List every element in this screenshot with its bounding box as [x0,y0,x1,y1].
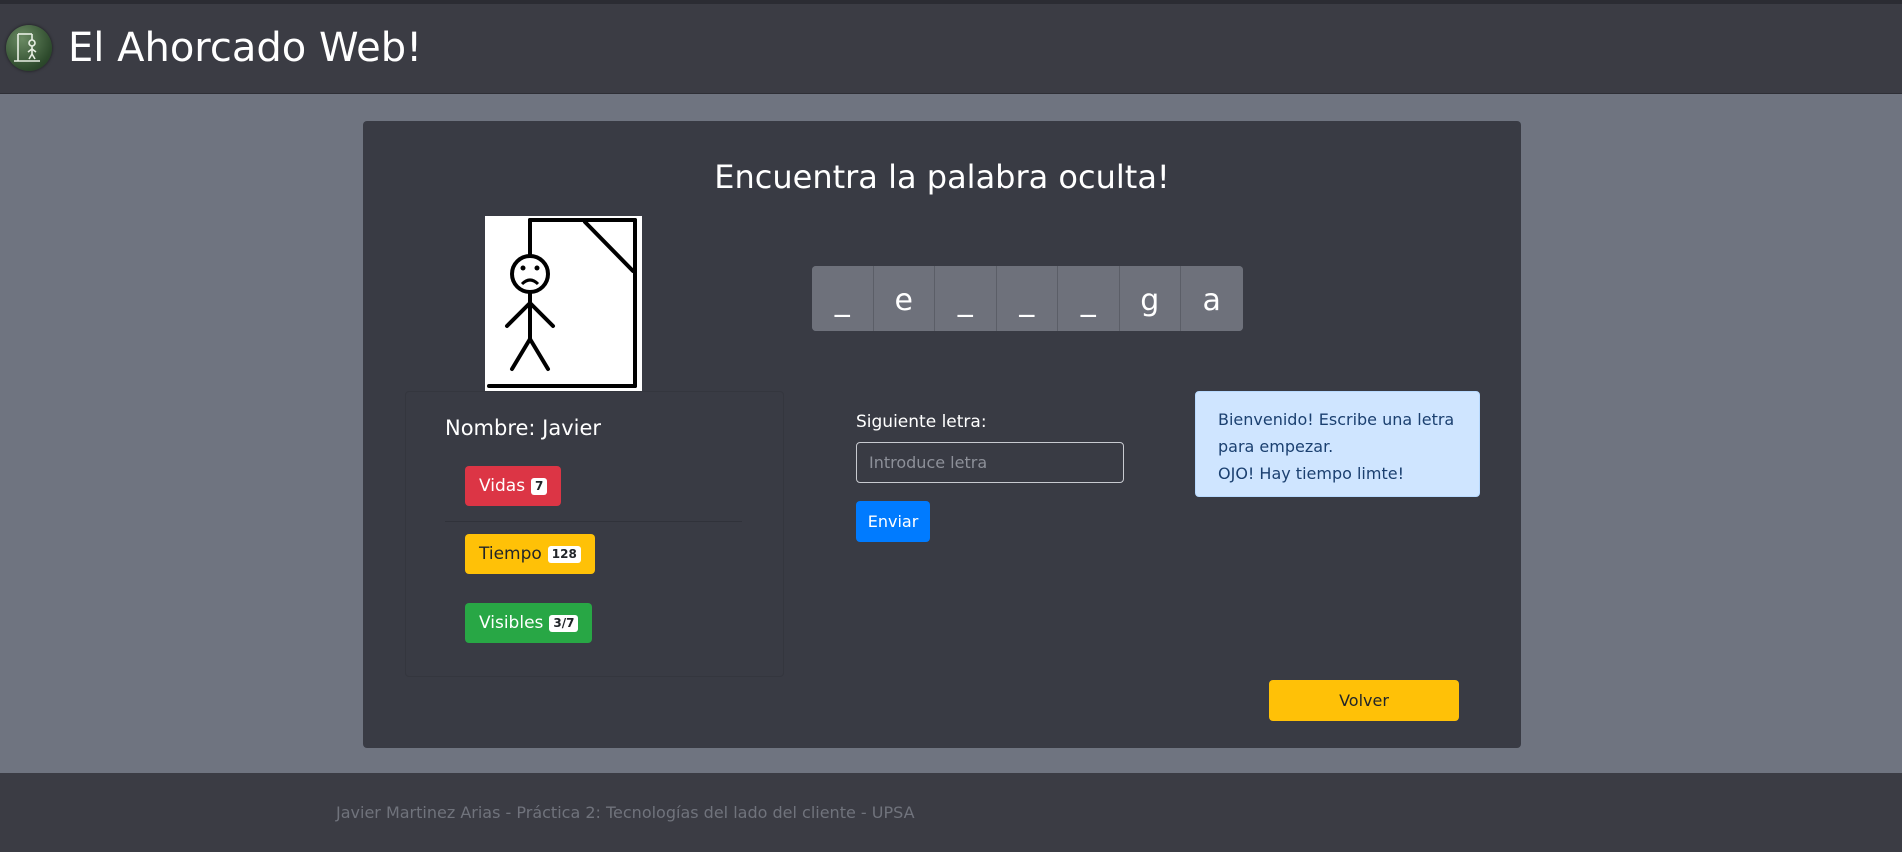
back-button[interactable]: Volver [1269,680,1459,721]
info-alert: Bienvenido! Escribe una letra para empez… [1195,391,1480,497]
time-badge: Tiempo 128 [465,534,595,574]
word-letter-5: _ [1058,266,1120,331]
letter-input[interactable] [856,442,1124,483]
word-letter-4: _ [996,266,1058,331]
hidden-word: _ e _ _ _ g a [812,266,1243,331]
game-card: Encuentra la palabra oculta! _ e _ _ _ g… [363,121,1521,748]
footer: Javier Martinez Arias - Práctica 2: Tecn… [0,773,1902,852]
next-letter-label: Siguiente letra: [856,412,987,432]
footer-text: Javier Martinez Arias - Práctica 2: Tecn… [336,803,915,822]
word-letter-7: a [1181,266,1243,331]
visible-count: 3/7 [549,614,579,632]
hangman-image [485,216,642,392]
alert-welcome-text: Bienvenido! Escribe una letra para empez… [1218,410,1455,456]
word-letter-3: _ [935,266,997,331]
player-name: Nombre: Javier [445,416,602,440]
navbar: El Ahorcado Web! [0,4,1902,94]
hangman-logo-icon[interactable] [6,25,52,71]
lives-label: Vidas [479,476,526,496]
visible-badge: Visibles 3/7 [465,603,593,643]
time-count: 128 [547,545,581,563]
lives-count: 7 [531,477,548,495]
visible-label: Visibles [479,613,544,633]
time-label: Tiempo [479,544,542,564]
alert-warning-text: OJO! Hay tiempo limte! [1218,464,1404,483]
send-button[interactable]: Enviar [856,501,930,542]
word-letter-2: e [873,266,935,331]
player-info-panel: Nombre: Javier Vidas 7 Tiempo 128 Visibl… [405,391,784,677]
lives-badge: Vidas 7 [465,466,562,506]
word-letter-1: _ [812,266,874,331]
game-title: Encuentra la palabra oculta! [714,158,1170,196]
word-letter-6: g [1119,266,1181,331]
app-title[interactable]: El Ahorcado Web! [68,22,422,74]
stats-divider [445,521,742,522]
